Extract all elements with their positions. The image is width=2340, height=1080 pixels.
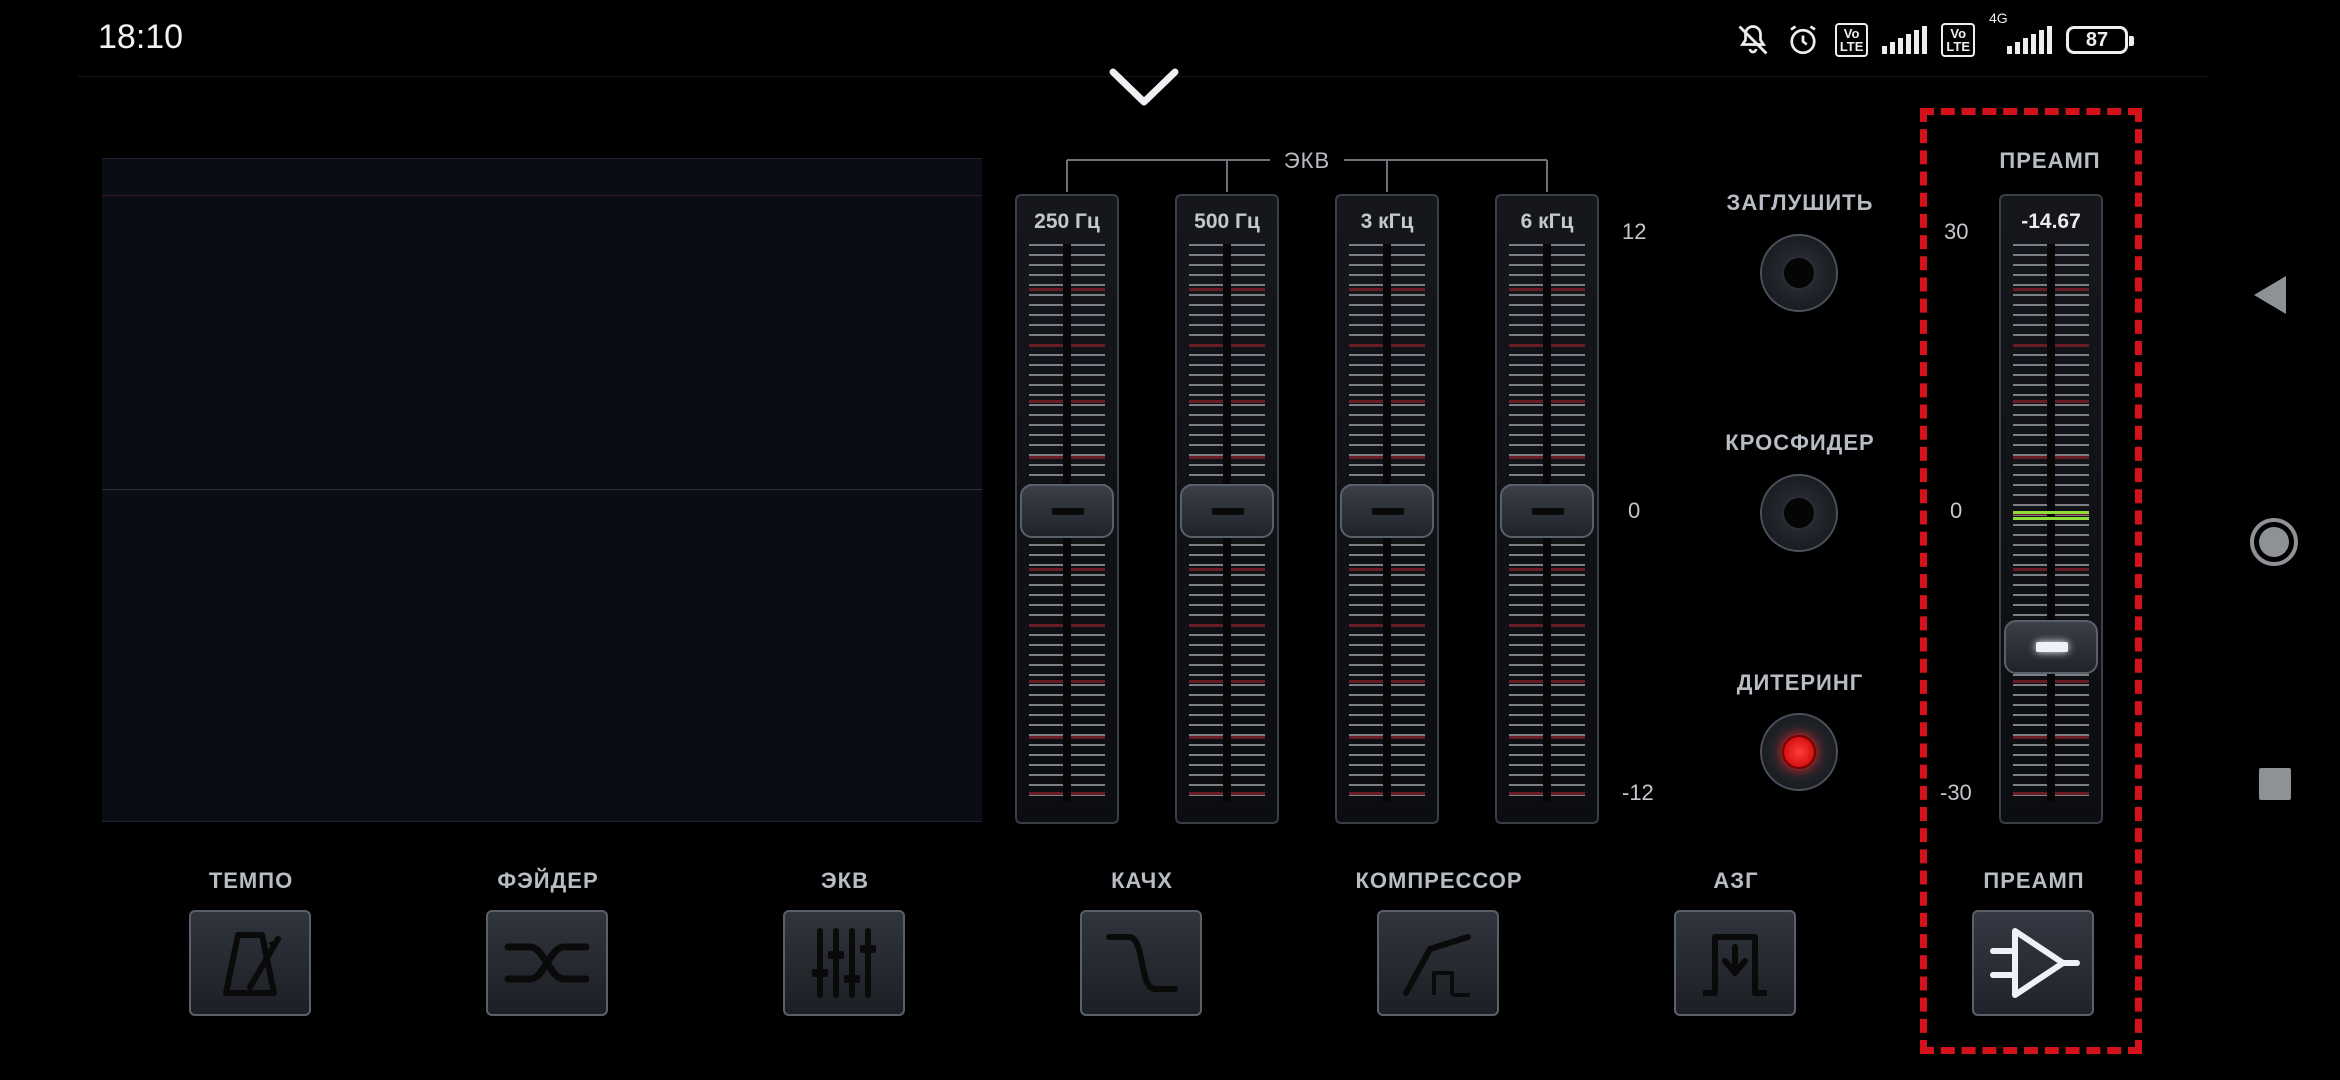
preamp-title: ПРЕАМП	[1999, 148, 2101, 173]
crossfade-icon	[504, 943, 590, 983]
mute-label: ЗАГЛУШИТЬ	[1726, 190, 1874, 215]
tab-label-tempo: ТЕМПО	[208, 868, 294, 893]
volte-icon: Vo LTE	[1834, 23, 1869, 57]
tab-label-agc: АЗГ	[1713, 868, 1759, 893]
preamp-zero-marker	[2013, 511, 2089, 514]
preamp-slider-knob[interactable]	[2004, 620, 2098, 674]
signal-icon	[1882, 26, 1928, 54]
tab-response[interactable]	[1080, 910, 1202, 1016]
eq-scale-top: 12	[1622, 219, 1647, 244]
preamp-scale-top: 30	[1944, 219, 1969, 244]
mute-icon	[1738, 25, 1768, 55]
tab-label-compressor: КОМПРЕССОР	[1355, 868, 1523, 893]
eq-scale-mid: 0	[1628, 498, 1641, 523]
status-icons: Vo LTE Vo LTE 4G 87	[1735, 10, 2134, 62]
spectrum-visualizer	[102, 158, 982, 822]
mute-toggle[interactable]	[1760, 234, 1838, 312]
preamp-scale-mid: 0	[1950, 498, 1963, 523]
eq-slider-knob[interactable]	[1020, 484, 1114, 538]
crossfader-toggle[interactable]	[1760, 474, 1838, 552]
eq-band-label: 3 кГц	[1360, 210, 1414, 233]
equalizer-icon	[812, 928, 876, 998]
eq-scale-bottom: -12	[1622, 780, 1654, 805]
preamp-slider[interactable]: -14.67	[1999, 194, 2103, 824]
tab-label-response: КАЧХ	[1111, 868, 1173, 893]
tab-fader[interactable]	[486, 910, 608, 1016]
home-icon[interactable]	[2248, 516, 2300, 568]
metronome-icon	[223, 932, 281, 996]
eq-slider-500hz[interactable]: 500 Гц	[1175, 194, 1279, 824]
eq-slider-knob[interactable]	[1500, 484, 1594, 538]
battery-icon: 87	[2066, 26, 2134, 54]
tab-eq[interactable]	[783, 910, 905, 1016]
volte-icon-2: Vo LTE	[1941, 23, 1975, 57]
preamp-value: -14.67	[2021, 210, 2081, 233]
tab-label-fader: ФЭЙДЕР	[497, 868, 599, 893]
tab-agc[interactable]	[1674, 910, 1796, 1016]
network-label: 4G	[1989, 10, 2008, 26]
tab-preamp[interactable]	[1972, 910, 2094, 1016]
dithering-label: ДИТЕРИНГ	[1736, 670, 1864, 695]
dithering-toggle[interactable]	[1760, 713, 1838, 791]
crossfader-label: КРОСФИДЕР	[1725, 430, 1875, 455]
frequency-response-icon	[1106, 934, 1178, 992]
recents-icon[interactable]	[2258, 767, 2292, 801]
preamp-zero-marker-2	[2013, 517, 2089, 520]
compressor-icon	[1403, 934, 1471, 997]
status-time: 18:10	[98, 18, 184, 56]
preamp-scale-bottom: -30	[1940, 780, 1972, 805]
eq-title: ЭКВ	[1270, 148, 1344, 174]
back-icon[interactable]	[2252, 274, 2288, 316]
tab-label-preamp: ПРЕАМП	[1983, 868, 2085, 893]
gate-icon	[1703, 934, 1767, 996]
eq-slider-250hz[interactable]: 250 Гц	[1015, 194, 1119, 824]
battery-level: 87	[2085, 28, 2109, 51]
eq-slider-6khz[interactable]: 6 кГц	[1495, 194, 1599, 824]
alarm-icon	[1790, 25, 1816, 55]
tab-label-eq: ЭКВ	[821, 868, 869, 893]
eq-slider-3khz[interactable]: 3 кГц	[1335, 194, 1439, 824]
eq-band-label: 500 Гц	[1194, 210, 1260, 233]
eq-slider-knob[interactable]	[1340, 484, 1434, 538]
tab-tempo[interactable]	[189, 910, 311, 1016]
eq-band-label: 6 кГц	[1520, 210, 1574, 233]
4g-signal-icon: 4G	[1989, 10, 2052, 54]
eq-slider-knob[interactable]	[1180, 484, 1274, 538]
tab-compressor[interactable]	[1377, 910, 1499, 1016]
eq-band-label: 250 Гц	[1034, 210, 1100, 233]
amplifier-icon	[1990, 928, 2080, 998]
chevron-down-icon[interactable]	[1105, 62, 1183, 110]
